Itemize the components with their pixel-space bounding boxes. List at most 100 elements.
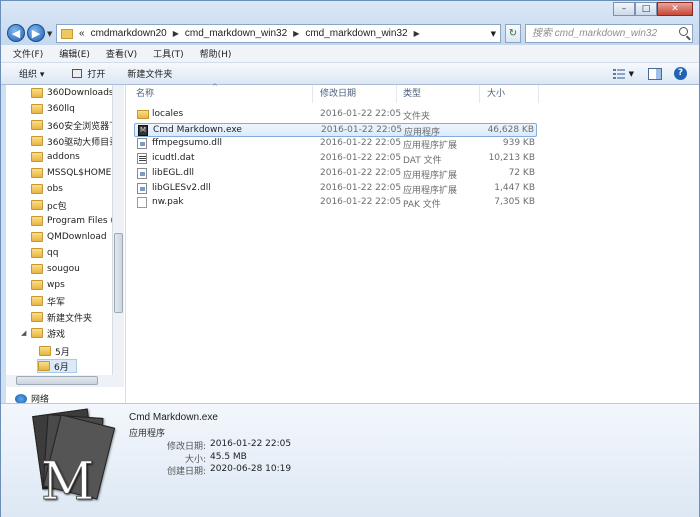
chevron-right-icon[interactable]: ▶ xyxy=(414,29,420,38)
file-modified: 2016-01-22 22:05 xyxy=(320,138,402,149)
sidebar-item[interactable]: addons xyxy=(31,150,80,164)
sidebar-item[interactable]: 华军 xyxy=(31,294,65,308)
details-file-type: 应用程序 xyxy=(129,429,166,439)
back-button[interactable]: ◀ xyxy=(7,24,25,42)
scrollbar-thumb[interactable] xyxy=(16,376,98,385)
folder-icon xyxy=(31,232,43,242)
sidebar-item[interactable]: 新建文件夹 xyxy=(31,310,92,324)
command-bar: 组织 ▾ 打开 新建文件夹 ▼ ? xyxy=(1,63,699,85)
menu-tools[interactable]: 工具(T) xyxy=(153,47,184,60)
sidebar-item[interactable]: QMDownload xyxy=(31,230,107,244)
menu-edit[interactable]: 编辑(E) xyxy=(59,47,90,60)
file-type: 应用程序扩展 xyxy=(403,141,458,152)
folder-icon xyxy=(31,248,43,258)
sidebar-item[interactable]: sougou xyxy=(31,262,80,276)
breadcrumb-item[interactable]: cmd_markdown_win32 xyxy=(305,28,407,39)
maximize-button[interactable]: □ xyxy=(635,2,657,16)
sidebar-item-label: QMDownload xyxy=(47,232,107,242)
nav-horizontal-scrollbar[interactable] xyxy=(6,375,124,387)
column-header-type[interactable]: 类型 xyxy=(403,85,421,103)
search-icon xyxy=(679,27,688,36)
column-divider[interactable] xyxy=(538,85,539,103)
details-created-label: 创建日期: xyxy=(166,467,206,477)
address-bar[interactable]: « cmdmarkdown20 ▶ cmd_markdown_win32 ▶ c… xyxy=(56,24,501,43)
file-list: 名称 ^ 修改日期 类型 大小 locales 2016-01-22 22:05 文… xyxy=(126,83,699,403)
sidebar-item[interactable]: Program Files ( xyxy=(31,214,114,228)
organize-button[interactable]: 组织 ▾ xyxy=(19,67,44,80)
preview-pane-icon[interactable] xyxy=(648,67,662,80)
breadcrumb-item[interactable]: cmd_markdown_win32 xyxy=(185,28,287,39)
pak-file-icon xyxy=(137,197,147,209)
file-row[interactable]: icudtl.dat 2016-01-22 22:05 DAT 文件 10,213 K… xyxy=(134,152,537,166)
sidebar-item[interactable]: 游戏 xyxy=(31,326,65,340)
address-dropdown-icon[interactable]: ▼ xyxy=(491,30,496,38)
breadcrumb-overflow[interactable]: « xyxy=(79,28,85,39)
file-row[interactable]: libEGL.dll 2016-01-22 22:05 应用程序扩展 72 KB xyxy=(134,167,537,181)
sidebar-item[interactable]: MSSQL$HOME xyxy=(31,166,111,180)
search-input[interactable]: 搜索 cmd_markdown_win32 xyxy=(525,24,693,43)
sidebar-item-label: addons xyxy=(47,152,80,162)
menu-view[interactable]: 查看(V) xyxy=(106,47,137,60)
file-type: 应用程序扩展 xyxy=(403,185,458,196)
details-size-value: 45.5 MB xyxy=(210,452,247,462)
file-name: locales xyxy=(152,109,184,119)
new-folder-button[interactable]: 新建文件夹 xyxy=(127,67,172,80)
sidebar-item-label: obs xyxy=(47,184,63,194)
refresh-button[interactable]: ↻ xyxy=(505,24,521,43)
file-row[interactable]: locales 2016-01-22 22:05 文件夹 xyxy=(134,108,537,122)
file-name: libEGL.dll xyxy=(152,167,194,178)
new-folder-label: 新建文件夹 xyxy=(127,70,173,80)
column-divider[interactable] xyxy=(396,85,397,103)
sidebar-item[interactable]: 360安全浏览器下 xyxy=(31,118,118,132)
file-row[interactable]: ffmpegsumo.dll 2016-01-22 22:05 应用程序扩展 939 … xyxy=(134,137,537,151)
column-header-modified[interactable]: 修改日期 xyxy=(320,85,356,103)
column-divider[interactable] xyxy=(312,85,313,103)
sidebar-item[interactable]: qq xyxy=(31,246,58,260)
folder-icon xyxy=(31,152,43,162)
file-modified: 2016-01-22 22:05 xyxy=(320,182,402,193)
sidebar-item[interactable]: 5月 xyxy=(39,344,70,358)
dll-file-icon xyxy=(137,167,147,179)
file-row[interactable]: nw.pak 2016-01-22 22:05 PAK 文件 7,305 KB xyxy=(134,196,537,210)
recent-pages-dropdown[interactable]: ▼ xyxy=(47,30,52,38)
view-options-icon[interactable] xyxy=(612,68,626,80)
column-header-name[interactable]: 名称 xyxy=(136,85,154,103)
column-header-size[interactable]: 大小 xyxy=(487,85,505,103)
sidebar-item-label: 360驱动大师目录 xyxy=(47,137,119,148)
chevron-right-icon[interactable]: ▶ xyxy=(293,29,299,38)
sidebar-item[interactable]: 6月 xyxy=(37,359,77,373)
chevron-right-icon[interactable]: ▶ xyxy=(173,29,179,38)
details-created-value: 2020-06-28 10:19 xyxy=(210,464,292,474)
forward-button[interactable]: ▶ xyxy=(27,24,45,42)
file-name: nw.pak xyxy=(152,197,184,208)
sidebar-item[interactable]: 360驱动大师目录 xyxy=(31,134,118,148)
open-button[interactable]: 打开 xyxy=(72,67,105,80)
menu-file[interactable]: 文件(F) xyxy=(13,47,43,60)
breadcrumb-item[interactable]: cmdmarkdown20 xyxy=(91,28,167,39)
scrollbar-thumb[interactable] xyxy=(114,233,123,313)
sidebar-item[interactable]: wps xyxy=(31,278,65,292)
column-divider[interactable] xyxy=(479,85,480,103)
sidebar-item[interactable]: 360Downloads xyxy=(31,86,114,100)
sidebar-item[interactable]: 360llq xyxy=(31,102,75,116)
nav-vertical-scrollbar[interactable] xyxy=(112,85,124,375)
file-row[interactable]: Cmd Markdown.exe 2016-01-22 22:05应用程序 46,6… xyxy=(134,122,537,138)
expand-arrow-icon[interactable]: ◢ xyxy=(21,329,26,337)
help-icon[interactable]: ? xyxy=(674,67,687,80)
dll-file-icon xyxy=(137,138,147,150)
sidebar-item-label: 华军 xyxy=(47,297,66,308)
sidebar-item[interactable]: pc包 xyxy=(31,198,67,212)
minimize-button[interactable]: – xyxy=(613,2,635,16)
sidebar-item-label: Program Files ( xyxy=(47,216,114,226)
exe-file-icon xyxy=(138,124,148,136)
menu-help[interactable]: 帮助(H) xyxy=(200,47,232,60)
view-dropdown-icon[interactable]: ▼ xyxy=(629,70,634,78)
close-button[interactable]: ✕ xyxy=(657,2,693,16)
file-type: 应用程序扩展 xyxy=(403,170,458,181)
file-name: Cmd Markdown.exe xyxy=(153,124,242,135)
file-row[interactable]: libGLESv2.dll 2016-01-22 22:05 应用程序扩展 1,447… xyxy=(134,182,537,196)
menu-bar: 文件(F) 编辑(E) 查看(V) 工具(T) 帮助(H) xyxy=(1,45,699,63)
sidebar-item-label: 360Downloads xyxy=(47,88,114,98)
sidebar-item[interactable]: obs xyxy=(31,182,63,196)
folder-icon xyxy=(31,296,43,306)
